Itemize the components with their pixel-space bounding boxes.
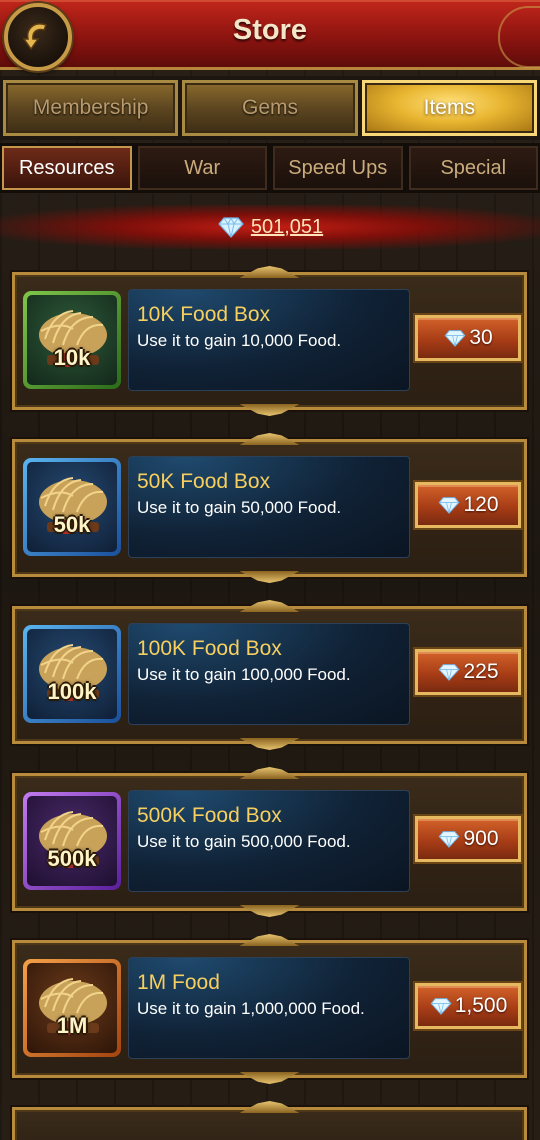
- subtab-special[interactable]: Special: [408, 146, 538, 190]
- buy-button[interactable]: 900: [415, 816, 521, 862]
- item-description: Use it to gain 500,000 Food.: [137, 832, 351, 851]
- price-value: 225: [463, 660, 499, 683]
- store-item-card: 100k 100K Food Box Use it to gain 100,00…: [12, 606, 527, 744]
- item-description: Use it to gain 1,000,000 Food.: [137, 999, 365, 1018]
- item-description: Use it to gain 50,000 Food.: [137, 498, 342, 517]
- item-amount-label: 100k: [47, 679, 97, 704]
- store-item-card: 10k 10K Food Box Use it to gain 10,000 F…: [12, 272, 527, 410]
- store-item-card: 500k 500K Food Box Use it to gain 500,00…: [12, 773, 527, 911]
- item-name: 100K Food Box: [137, 637, 282, 660]
- tab-gems[interactable]: Gems: [182, 80, 358, 136]
- gem-icon: [430, 998, 452, 1015]
- gem-icon: [438, 831, 460, 848]
- gem-icon: [217, 216, 245, 238]
- item-description: Use it to gain 10,000 Food.: [137, 331, 342, 350]
- price-value: 120: [463, 493, 499, 516]
- item-amount-label: 10k: [53, 345, 91, 370]
- gem-icon: [438, 497, 460, 514]
- header-bar: Store: [0, 0, 540, 71]
- item-icon-frame: 1M: [23, 959, 121, 1057]
- tab-membership[interactable]: Membership: [3, 80, 179, 136]
- item-icon-frame: 10k: [23, 291, 121, 389]
- item-amount-label: 500k: [47, 846, 97, 871]
- item-icon-frame: 100k: [23, 625, 121, 723]
- buy-button[interactable]: 225: [415, 649, 521, 695]
- back-button[interactable]: [4, 3, 72, 71]
- item-amount-label: 50k: [53, 512, 91, 537]
- item-name: 500K Food Box: [137, 804, 282, 827]
- store-item-card: 50k 50K Food Box Use it to gain 50,000 F…: [12, 439, 527, 577]
- gem-balance-bar: 501,051: [0, 205, 540, 249]
- gem-balance-value[interactable]: 501,051: [251, 216, 323, 239]
- subtab-resources[interactable]: Resources: [2, 146, 132, 190]
- page-title: Store: [232, 14, 308, 46]
- item-icon-frame: 50k: [23, 458, 121, 556]
- store-item-card-partial: [12, 1107, 527, 1140]
- item-description: Use it to gain 100,000 Food.: [137, 665, 351, 684]
- gem-icon: [444, 330, 466, 347]
- item-icon-frame: 500k: [23, 792, 121, 890]
- buy-button[interactable]: 30: [415, 315, 521, 361]
- store-item-card: 1M 1M Food Use it to gain 1,000,000 Food…: [12, 940, 527, 1078]
- buy-button[interactable]: 1,500: [415, 983, 521, 1029]
- item-name: 10K Food Box: [137, 303, 271, 326]
- price-value: 900: [463, 827, 499, 850]
- item-name: 50K Food Box: [137, 470, 271, 493]
- price-value: 1,500: [454, 994, 508, 1017]
- subtab-war[interactable]: War: [137, 146, 267, 190]
- sub-tab-bar: Resources War Speed Ups Special: [0, 143, 540, 193]
- back-arrow-icon: [22, 23, 47, 51]
- buy-button[interactable]: 120: [415, 482, 521, 528]
- item-name: 1M Food: [137, 971, 220, 994]
- tab-items[interactable]: Items: [361, 80, 537, 136]
- subtab-speed-ups[interactable]: Speed Ups: [273, 146, 403, 190]
- gem-icon: [438, 664, 460, 681]
- main-tab-bar: Membership Gems Items: [0, 76, 540, 140]
- item-amount-label: 1M: [56, 1013, 88, 1038]
- price-value: 30: [469, 326, 493, 349]
